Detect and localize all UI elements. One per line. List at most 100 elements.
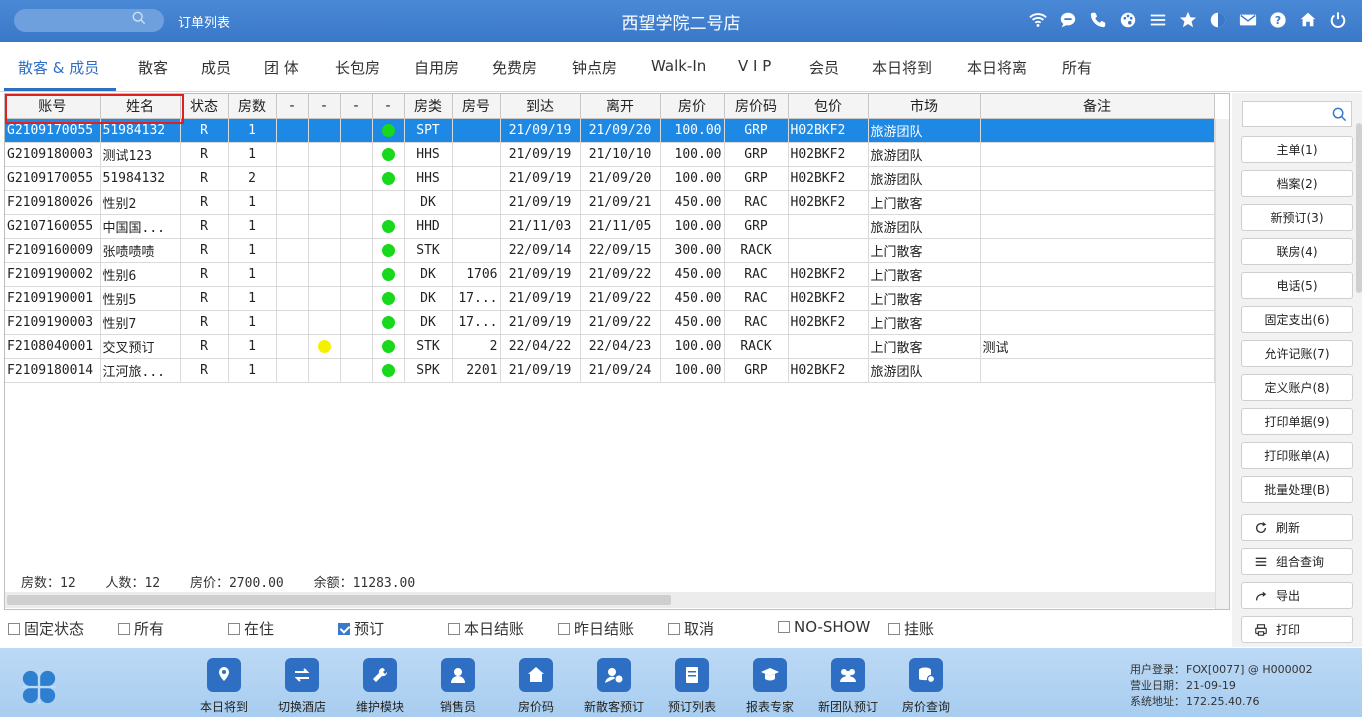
refresh-button[interactable]: 刷新 (1241, 514, 1353, 541)
toolbar-rate-code-button[interactable]: 房价码 (496, 658, 576, 715)
search-icon[interactable] (1332, 107, 1347, 122)
checkbox-empty-icon[interactable] (8, 622, 20, 635)
table-row[interactable]: F2109180026 性别2 R 1 DK 21/09/19 21/09/21 450.00… (5, 190, 1215, 215)
phone-icon[interactable] (1088, 10, 1108, 30)
tab-departures-today[interactable]: 本日将离 (967, 57, 1027, 78)
column-header[interactable]: - (340, 94, 373, 119)
action-button[interactable]: 档案(2) (1241, 170, 1353, 197)
global-search-input[interactable] (14, 9, 164, 32)
checkbox-empty-icon[interactable] (558, 622, 570, 635)
column-header[interactable]: - (372, 94, 405, 119)
table-row[interactable]: F2109190003 性别7 R 1 DK 17... 21/09/19 21/09/22 4… (5, 310, 1215, 335)
help-icon[interactable]: ? (1268, 10, 1288, 30)
toolbar-rate-query-button[interactable]: 房价查询 (886, 658, 966, 715)
toolbar-new-group-booking-button[interactable]: 新团队预订 (808, 658, 888, 715)
mail-icon[interactable] (1238, 10, 1258, 30)
filter-checkbox[interactable]: 固定状态 (8, 618, 84, 639)
action-button[interactable]: 联房(4) (1241, 238, 1353, 265)
column-header[interactable]: 房号 (452, 94, 501, 119)
toolbar-switch-hotel-button[interactable]: 切换酒店 (262, 658, 342, 715)
tab-arrivals-today[interactable]: 本日将到 (872, 57, 932, 78)
filter-checkbox[interactable]: 在住 (228, 618, 274, 639)
column-header[interactable]: 房数 (228, 94, 277, 119)
column-header[interactable]: 姓名 (100, 94, 181, 119)
filter-checkbox[interactable]: 挂账 (888, 618, 934, 639)
toolbar-booking-list-button[interactable]: 预订列表 (652, 658, 732, 715)
action-button[interactable]: 打印单据(9) (1241, 408, 1353, 435)
tab-long-stay[interactable]: 长包房 (335, 57, 380, 78)
table-row[interactable]: F2109190002 性别6 R 1 DK 1706 21/09/19 21/09/22 45… (5, 262, 1215, 287)
palette-icon[interactable] (1118, 10, 1138, 30)
column-header[interactable]: 房价码 (724, 94, 789, 119)
filter-checkbox[interactable]: 昨日结账 (558, 618, 634, 639)
table-row[interactable]: G2109170055 51984132 R 1 SPT 21/09/19 21/09/20… (5, 118, 1215, 143)
action-button[interactable]: 主单(1) (1241, 136, 1353, 163)
filter-checkbox[interactable]: NO-SHOW (778, 618, 870, 636)
table-row[interactable]: G2109180003 测试123 R 1 HHS 21/09/19 21/10/10 100… (5, 142, 1215, 167)
filter-checkbox[interactable]: 本日结账 (448, 618, 524, 639)
action-button[interactable]: 批量处理(B) (1241, 476, 1353, 503)
column-header[interactable]: 房类 (404, 94, 453, 119)
horizontal-scrollbar[interactable] (5, 592, 1215, 608)
column-header[interactable]: 包价 (788, 94, 869, 119)
column-header[interactable]: 房价 (660, 94, 725, 119)
filter-checkbox[interactable]: 所有 (118, 618, 164, 639)
table-row[interactable]: F2109160009 张啧啧啧 R 1 STK 22/09/14 22/09/15 300.… (5, 238, 1215, 263)
tab-complimentary[interactable]: 免费房 (492, 57, 537, 78)
action-button[interactable]: 电话(5) (1241, 272, 1353, 299)
theme-icon[interactable] (1208, 10, 1228, 30)
toolbar-arrivals-today-button[interactable]: 本日将到 (184, 658, 264, 715)
column-header[interactable]: 到达 (500, 94, 581, 119)
panel-search-input[interactable] (1242, 101, 1352, 127)
tab-hourly[interactable]: 钟点房 (572, 57, 617, 78)
column-header[interactable]: - (276, 94, 309, 119)
filter-checkbox[interactable]: 取消 (668, 618, 714, 639)
action-button[interactable]: 新预订(3) (1241, 204, 1353, 231)
table-row[interactable]: F2108040001 交叉预订 R 1 STK 2 22/04/22 22/04/23 100… (5, 334, 1215, 359)
tab-walk-in[interactable]: Walk-In (651, 57, 706, 75)
checkbox-checked-icon[interactable] (338, 622, 350, 635)
action-button[interactable]: 固定支出(6) (1241, 306, 1353, 333)
checkbox-empty-icon[interactable] (668, 622, 680, 635)
checkbox-empty-icon[interactable] (778, 621, 790, 633)
column-header[interactable]: 账号 (5, 94, 101, 119)
tab-membership[interactable]: 会员 (809, 57, 839, 78)
combo-query-button[interactable]: 组合查询 (1241, 548, 1353, 575)
toolbar-report-expert-button[interactable]: 报表专家 (730, 658, 810, 715)
checkbox-empty-icon[interactable] (118, 622, 130, 635)
panel-scrollbar[interactable] (1356, 123, 1362, 293)
column-header[interactable]: 状态 (180, 94, 229, 119)
column-header[interactable]: 离开 (580, 94, 661, 119)
tab-group[interactable]: 团 体 (264, 57, 299, 78)
column-header[interactable]: 备注 (980, 94, 1215, 119)
action-button[interactable]: 打印账单(A) (1241, 442, 1353, 469)
table-row[interactable]: F2109190001 性别5 R 1 DK 17... 21/09/19 21/09/22 4… (5, 286, 1215, 311)
checkbox-empty-icon[interactable] (228, 622, 240, 635)
chat-icon[interactable] (1058, 10, 1078, 30)
checkbox-empty-icon[interactable] (448, 622, 460, 635)
action-button[interactable]: 定义账户(8) (1241, 374, 1353, 401)
search-icon[interactable] (132, 11, 146, 25)
action-button[interactable]: 允许记账(7) (1241, 340, 1353, 367)
tab-fit-members[interactable]: 散客 & 成员 (18, 57, 99, 78)
tab-house-use[interactable]: 自用房 (414, 57, 459, 78)
table-row[interactable]: G2107160055 中国国... R 1 HHD 21/11/03 21/11/05 10… (5, 214, 1215, 239)
star-icon[interactable] (1178, 10, 1198, 30)
home-icon[interactable] (1298, 10, 1318, 30)
toolbar-salesperson-button[interactable]: 销售员 (418, 658, 498, 715)
column-header[interactable]: 市场 (868, 94, 981, 119)
table-row[interactable]: G2109170055 51984132 R 2 HHS 21/09/19 21/09/20… (5, 166, 1215, 191)
wifi-icon[interactable] (1028, 10, 1048, 30)
horizontal-scroll-thumb[interactable] (7, 595, 671, 605)
menu-icon[interactable] (1148, 10, 1168, 30)
table-row[interactable]: F2109180014 江河旅... R 1 SPK 2201 21/09/19 21/09/… (5, 358, 1215, 383)
tab-vip[interactable]: V I P (738, 57, 771, 75)
toolbar-maintenance-button[interactable]: 维护模块 (340, 658, 420, 715)
export-button[interactable]: 导出 (1241, 582, 1353, 609)
tab-members[interactable]: 成员 (201, 57, 231, 78)
vertical-scrollbar[interactable] (1215, 119, 1229, 609)
print-button[interactable]: 打印 (1241, 616, 1353, 643)
filter-checkbox[interactable]: 预订 (338, 618, 384, 639)
tab-fit[interactable]: 散客 (138, 57, 168, 78)
tab-all[interactable]: 所有 (1062, 57, 1092, 78)
